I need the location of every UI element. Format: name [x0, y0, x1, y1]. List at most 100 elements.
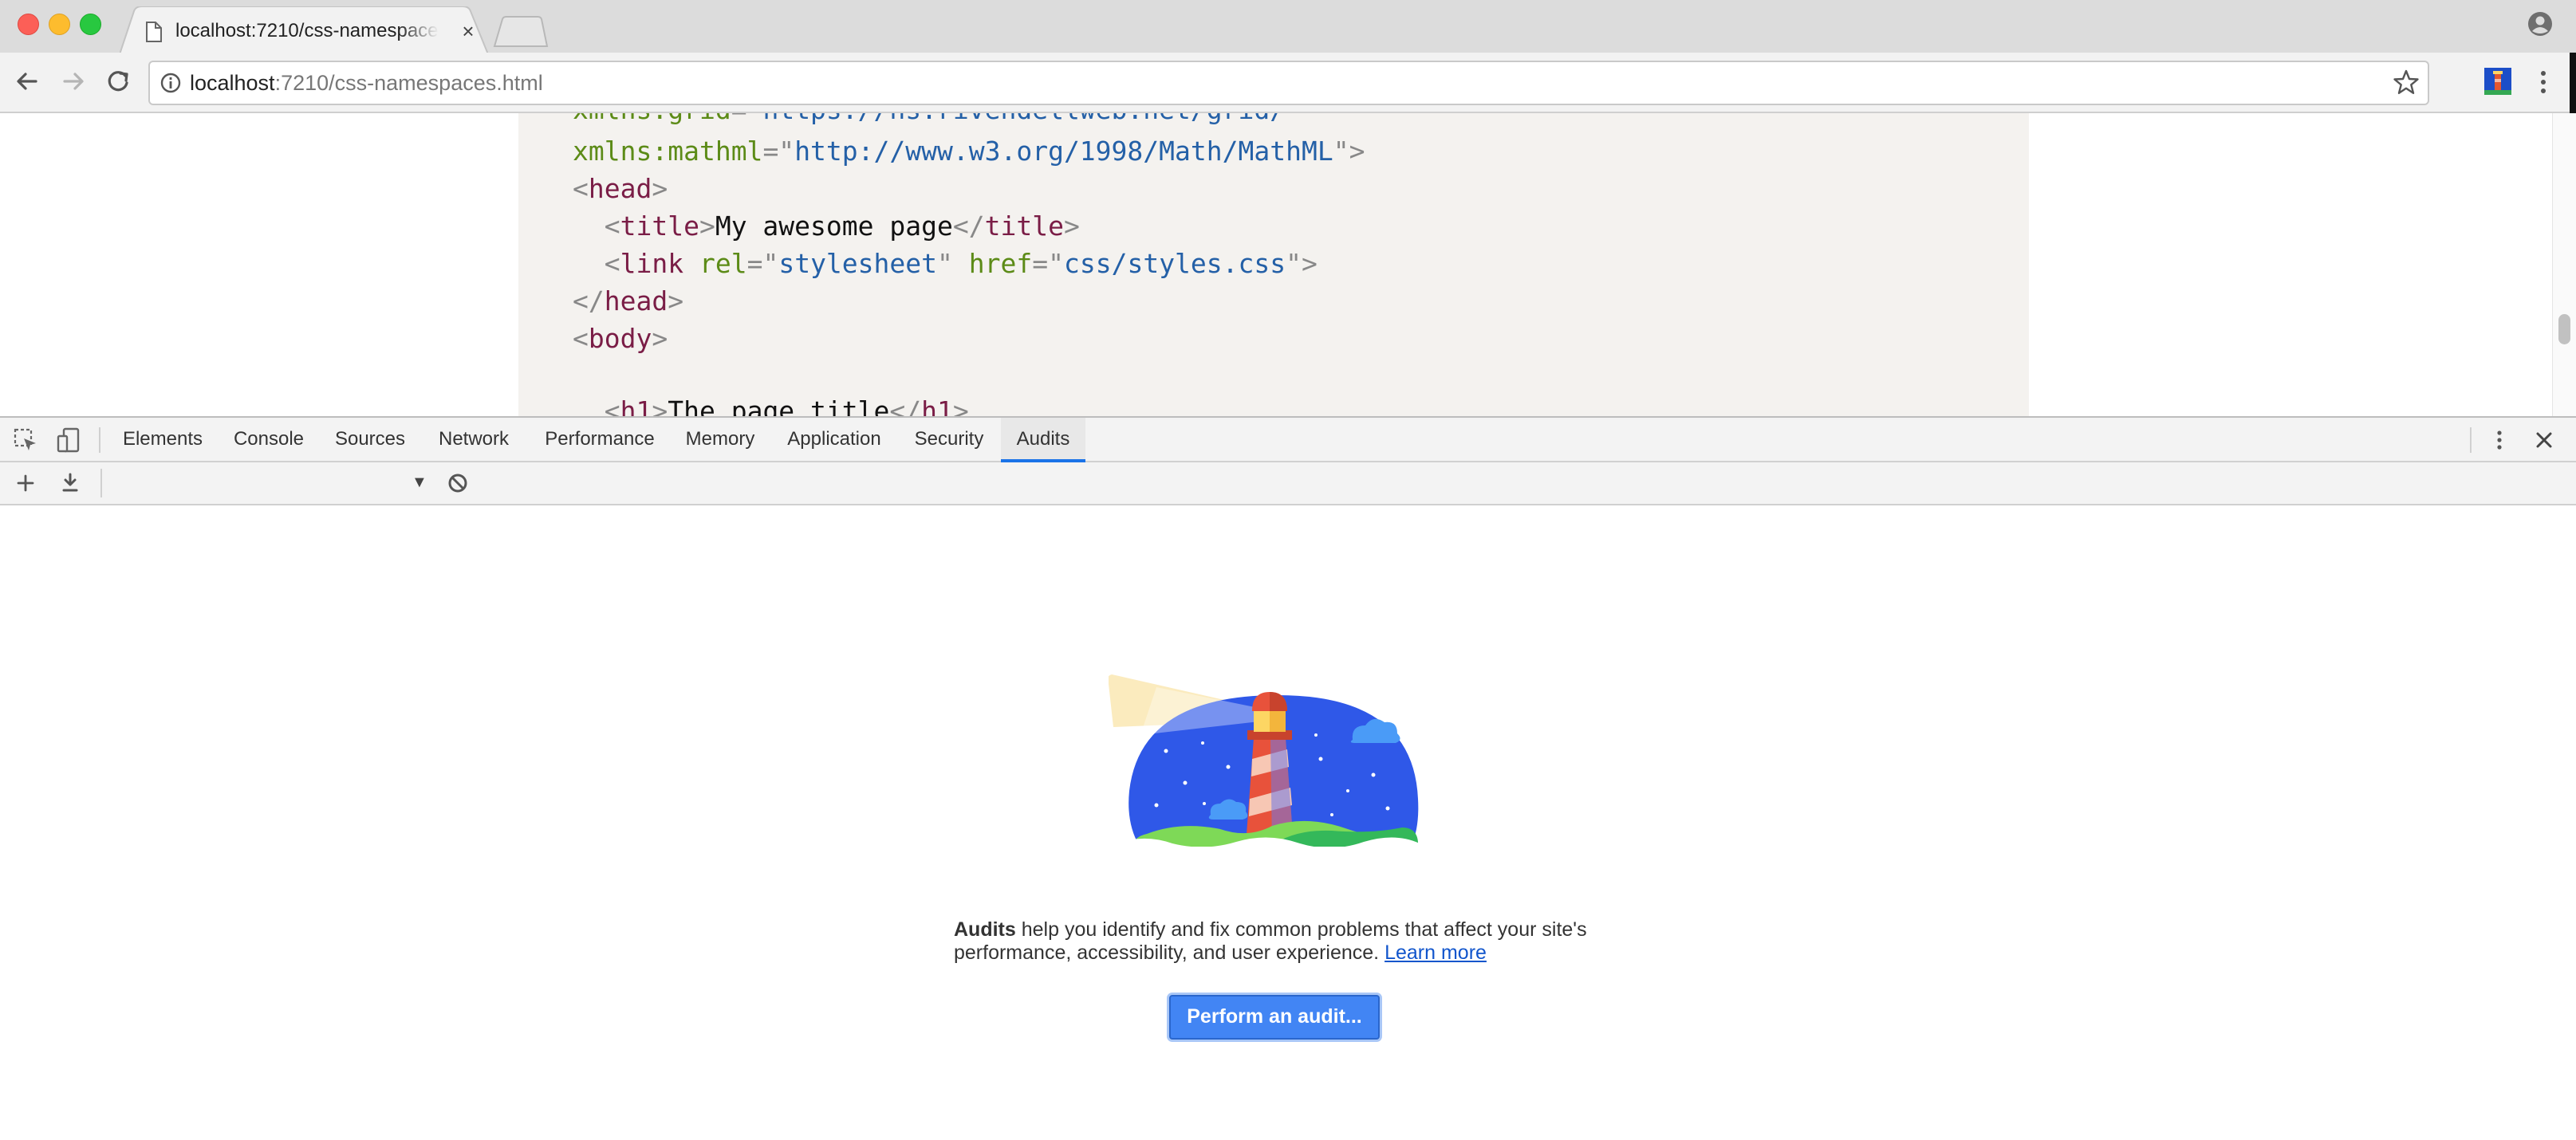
page-viewport: xmlns:grid="https://ns.rivendellweb.net/…	[0, 113, 2576, 416]
learn-more-link[interactable]: Learn more	[1385, 941, 1487, 964]
browser-menu-icon[interactable]	[2532, 66, 2554, 98]
devtools-tabbar: Elements Console Sources Network Performance…	[0, 418, 2576, 462]
code-line: </head>	[573, 282, 683, 320]
devtools-tab-application[interactable]: Application	[770, 418, 898, 461]
code-line: <h1>The page title</h1>	[573, 392, 969, 416]
code-line: <title>My awesome page</title>	[573, 207, 1080, 246]
code-token: </	[889, 395, 922, 416]
scrollbar-thumb[interactable]	[2558, 314, 2570, 344]
browser-toolbar: localhost:7210/css-namespaces.html	[0, 53, 2576, 113]
browser-tab-active[interactable]: localhost:7210/css-namespaces.html ×	[120, 6, 488, 54]
code-token: >	[668, 285, 684, 316]
code-token: >	[652, 173, 668, 204]
code-token: <	[573, 323, 589, 354]
code-token: title	[984, 210, 1064, 242]
devtools-tab-sources[interactable]: Sources	[322, 418, 418, 461]
url-text: localhost:7210/css-namespaces.html	[190, 62, 543, 104]
add-icon[interactable]	[13, 470, 38, 496]
code-token: xmlns:	[573, 113, 668, 125]
code-token: h1	[921, 395, 953, 416]
tab-title: localhost:7210/css-namespaces.html	[175, 20, 439, 41]
address-bar[interactable]: localhost:7210/css-namespaces.html	[148, 61, 2429, 105]
profile-icon[interactable]	[2527, 10, 2554, 37]
page-scrollbar[interactable]	[2552, 113, 2576, 416]
code-token: stylesheet	[778, 248, 938, 279]
code-token: ="	[746, 248, 779, 279]
devtools-tab-audits[interactable]: Audits	[1001, 418, 1085, 462]
code-token: ="	[762, 136, 795, 167]
devtools-tab-console[interactable]: Console	[220, 418, 317, 461]
close-window-button[interactable]	[18, 14, 39, 35]
toolbar-divider	[2470, 427, 2472, 453]
code-token: href	[952, 248, 1033, 279]
audits-description: Audits help you identify and fix common …	[954, 918, 1640, 965]
code-token: link	[620, 248, 684, 279]
code-token: "	[1286, 113, 1302, 125]
devtools-tab-security[interactable]: Security	[903, 418, 995, 461]
code-token: css/styles.css	[1063, 248, 1286, 279]
code-token: ">	[1333, 136, 1365, 167]
device-toolbar-icon[interactable]	[56, 427, 81, 453]
browser-tabstrip: localhost:7210/css-namespaces.html ×	[0, 0, 2576, 54]
audit-report-select[interactable]: ▼	[100, 469, 429, 497]
download-icon[interactable]	[57, 470, 83, 496]
code-token: <	[573, 395, 620, 416]
code-token: ="	[731, 113, 763, 125]
devtools-tab-network[interactable]: Network	[423, 418, 525, 461]
perform-audit-button[interactable]: Perform an audit...	[1169, 995, 1380, 1040]
forward-icon[interactable]	[57, 65, 89, 97]
code-token: https://ns.rivendellweb.net/grid/	[762, 113, 1286, 125]
code-token: title	[620, 210, 699, 242]
code-token: body	[588, 323, 652, 354]
code-line: <link rel="stylesheet" href="css/styles.…	[573, 245, 1318, 283]
close-devtools-icon[interactable]	[2531, 427, 2557, 453]
code-token: head	[604, 285, 668, 316]
audits-start-view: Audits help you identify and fix common …	[0, 505, 2576, 1140]
code-line: xmlns:grid="https://ns.rivendellweb.net/…	[573, 113, 1302, 129]
devtools-tab-performance[interactable]: Performance	[530, 418, 670, 461]
code-token: </	[952, 210, 985, 242]
site-info-icon[interactable]	[160, 72, 182, 94]
code-line: <head>	[573, 170, 668, 208]
audits-desc-line2: performance, accessibility, and user exp…	[954, 941, 1385, 964]
back-icon[interactable]	[11, 65, 43, 97]
devtools-tab-memory[interactable]: Memory	[675, 418, 766, 461]
clear-icon[interactable]	[445, 470, 471, 496]
code-token: >	[1063, 210, 1080, 242]
devtools-tab-elements[interactable]: Elements	[110, 418, 215, 461]
dropdown-arrow-icon: ▼	[412, 474, 427, 491]
devtools-panel: Elements Console Sources Network Performance…	[0, 416, 2576, 1140]
zoom-window-button[interactable]	[80, 14, 101, 35]
code-token: My awesome page	[715, 210, 953, 242]
lighthouse-illustration	[1109, 674, 1420, 847]
code-token: >	[699, 210, 715, 242]
tab-close-icon[interactable]: ×	[455, 18, 482, 45]
new-tab-button[interactable]	[493, 16, 549, 48]
minimize-window-button[interactable]	[49, 14, 70, 35]
code-token: grid	[668, 113, 731, 125]
code-token: rel	[683, 248, 747, 279]
inspect-element-icon[interactable]	[13, 427, 38, 453]
code-token: http://www.w3.org/1998/Math/MathML	[794, 136, 1333, 167]
code-token: </	[573, 285, 605, 316]
code-block: xmlns:grid="https://ns.rivendellweb.net/…	[518, 113, 2029, 416]
code-token: >	[652, 323, 668, 354]
url-host: localhost	[190, 71, 275, 95]
audits-desc-bold: Audits	[954, 918, 1016, 941]
code-token: mathml	[668, 136, 763, 167]
code-token: "	[937, 248, 953, 279]
code-token: <	[573, 173, 589, 204]
audits-desc-line1: help you identify and fix common problem…	[1015, 918, 1587, 941]
code-token: >	[952, 395, 969, 416]
code-token: head	[588, 173, 652, 204]
code-token: <	[573, 248, 620, 279]
toolbar-divider	[99, 427, 100, 453]
lighthouse-extension-icon[interactable]	[2484, 68, 2511, 95]
document-icon	[146, 22, 162, 42]
code-line: <body>	[573, 320, 668, 358]
code-token: >	[652, 395, 668, 416]
bookmark-star-icon[interactable]	[2393, 69, 2420, 96]
reload-icon[interactable]	[102, 65, 134, 97]
devtools-menu-icon[interactable]	[2487, 427, 2512, 453]
code-token: h1	[620, 395, 652, 416]
